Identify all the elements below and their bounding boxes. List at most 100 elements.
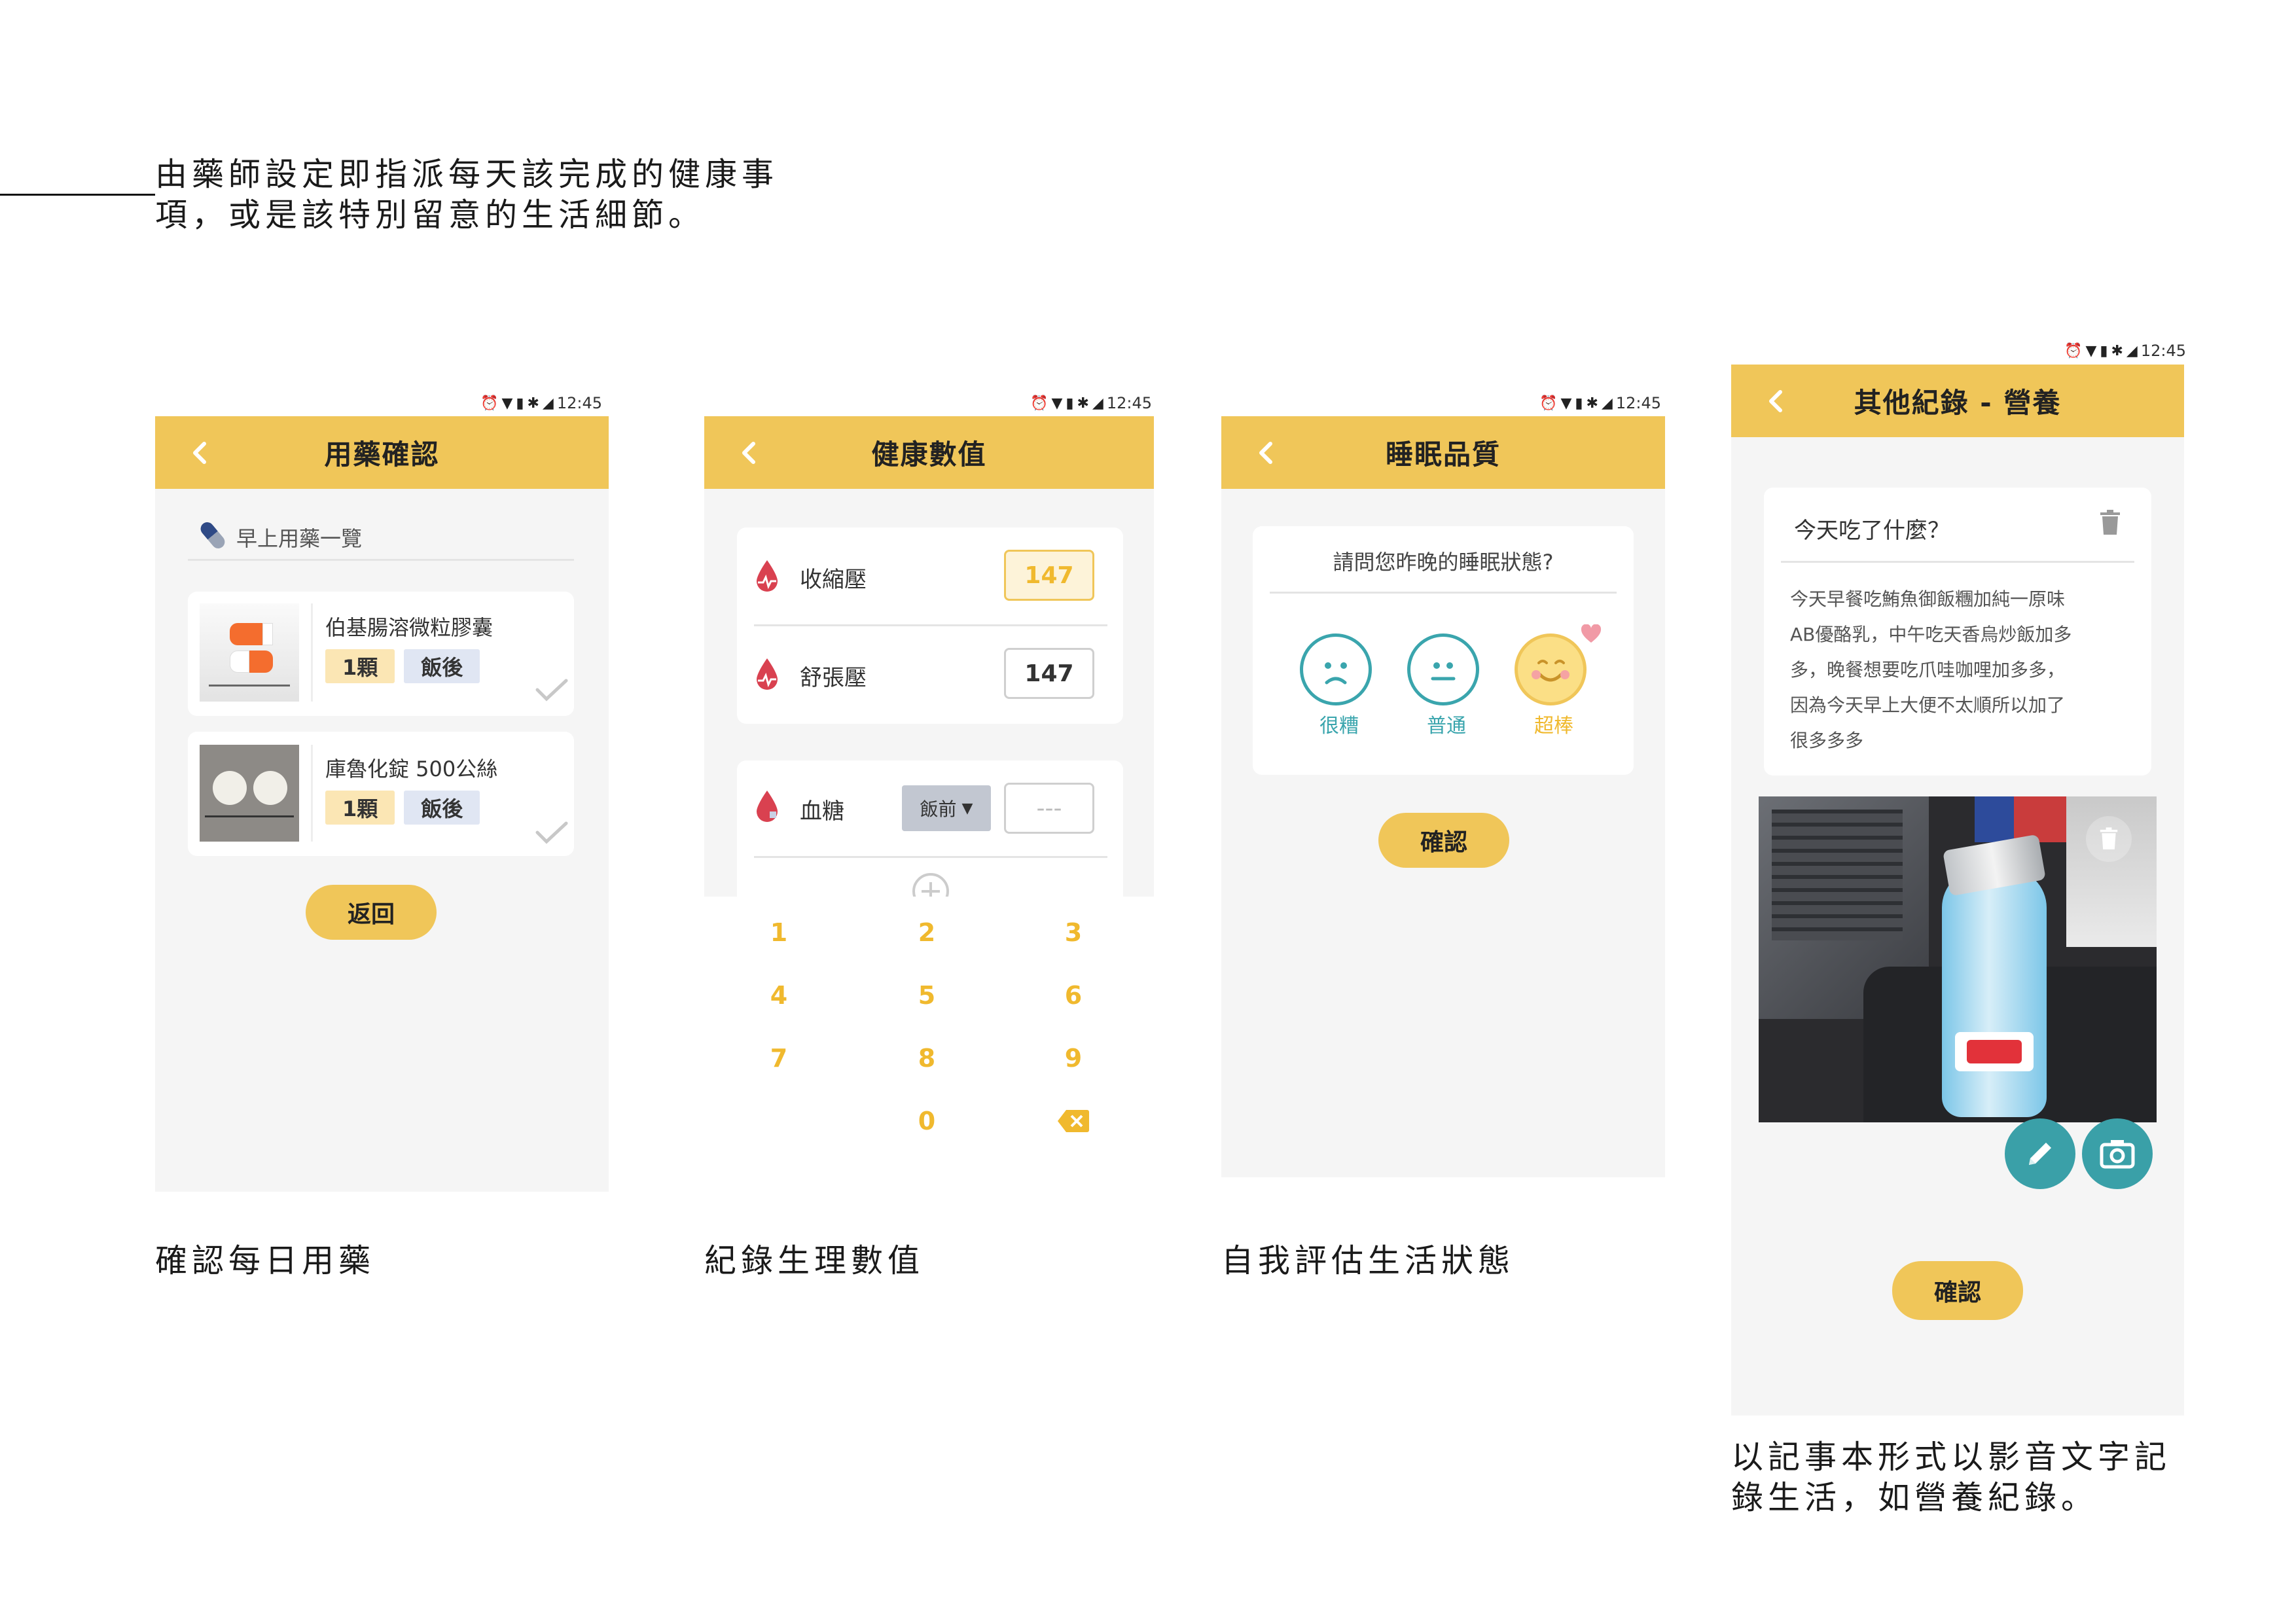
add-circle-icon[interactable]	[911, 872, 950, 897]
back-button[interactable]	[1756, 382, 1795, 421]
wifi-icon: ▼	[2085, 342, 2097, 359]
battery-icon: ▮	[1575, 395, 1583, 412]
key-4[interactable]: 4	[740, 972, 818, 1018]
battery-icon: ▮	[1066, 395, 1074, 412]
select-value: 飯前	[920, 798, 957, 820]
mood-normal-button[interactable]	[1407, 633, 1479, 705]
systolic-input[interactable]: 147	[1004, 550, 1094, 601]
key-1[interactable]: 1	[740, 910, 818, 955]
mood-great-button[interactable]	[1515, 633, 1587, 705]
note-title: 今天吃了什麼？	[1794, 518, 1950, 544]
caption-nutrition: 以記事本形式以影音文字記 錄生活，如營養紀錄。	[1731, 1437, 2171, 1518]
key-6[interactable]: 6	[1034, 972, 1113, 1018]
list-item[interactable]: 庫魯化錠 500公絲 1顆 飯後	[188, 732, 574, 856]
blood-glucose-card: 血糖 飯前 ▼ ---	[737, 760, 1123, 897]
camera-icon	[2100, 1140, 2135, 1169]
back-chevron-icon	[193, 442, 206, 464]
bluetooth-icon: ✱	[1586, 395, 1598, 412]
chevron-down-icon: ▼	[961, 800, 973, 817]
wifi-icon: ▼	[1051, 395, 1063, 412]
signal-icon: ◢	[2126, 342, 2138, 359]
photo-trash-button[interactable]	[2086, 816, 2132, 862]
meal-photo[interactable]	[1759, 796, 2157, 1122]
row-divider	[754, 856, 1107, 858]
caption-medication: 確認每日用藥	[155, 1242, 376, 1279]
edit-button[interactable]	[2005, 1118, 2075, 1189]
note-card: 今天吃了什麼？ 今天早餐吃鮪魚御飯糰加純一原味 AB優酪乳，中午吃天香烏炒飯加多…	[1764, 488, 2151, 776]
intro-line-1: 由藥師設定即指派每天該完成的健康事	[155, 156, 779, 193]
medication-screen: 用藥確認 早上用藥一覽 伯基腸溶微粒膠囊 1顆 飯後 庫魯化錠 500公絲 1顆…	[155, 416, 609, 1192]
back-chevron-icon	[742, 442, 755, 464]
blood-drop-icon	[757, 791, 778, 822]
key-2[interactable]: 2	[888, 910, 966, 955]
note-body[interactable]: 今天早餐吃鮪魚御飯糰加純一原味 AB優酪乳，中午吃天香烏炒飯加多 多，晚餐想要吃…	[1790, 582, 2072, 758]
numeric-keypad: 1 2 3 4 5 6 7 8 9 0	[704, 897, 1154, 1185]
trash-icon[interactable]	[2099, 510, 2121, 536]
section-divider	[188, 559, 574, 561]
back-chevron-icon	[1769, 390, 1782, 412]
caption-line-1: 以記事本形式以影音文字記	[1731, 1438, 2172, 1476]
blood-pressure-card: 收縮壓 147 舒張壓 147	[737, 527, 1123, 724]
alarm-icon: ⏰	[480, 395, 499, 412]
app-bar: 睡眠品質	[1221, 416, 1665, 489]
key-9[interactable]: 9	[1034, 1035, 1113, 1081]
key-7[interactable]: 7	[740, 1035, 818, 1081]
battery-icon: ▮	[516, 395, 524, 412]
sleep-screen: 睡眠品質 請問您昨晚的睡眠狀態? 很糟 普通 超棒 確認	[1221, 416, 1665, 1177]
battery-icon: ▮	[2100, 342, 2108, 359]
pill-icon	[200, 522, 225, 548]
glucose-input[interactable]: ---	[1004, 783, 1094, 834]
backspace-key[interactable]	[1034, 1098, 1113, 1144]
health-screen: 健康數值 收縮壓 147 舒張壓 147 血糖 飯前 ▼ ---	[704, 416, 1154, 897]
systolic-label: 收縮壓	[800, 567, 867, 593]
blood-drop-icon	[757, 560, 778, 592]
dose-tag: 1顆	[325, 791, 395, 825]
bluetooth-icon: ✱	[2111, 342, 2123, 359]
timing-tag: 飯後	[404, 791, 480, 825]
pencil-icon	[2029, 1143, 2051, 1165]
alarm-icon: ⏰	[1539, 395, 1558, 412]
section-label: 早上用藥一覽	[236, 526, 363, 551]
camera-button[interactable]	[2082, 1118, 2153, 1189]
row-divider	[754, 624, 1107, 626]
mood-great-label: 超棒	[1534, 715, 1573, 738]
medication-photo	[200, 603, 299, 702]
back-button[interactable]	[1246, 433, 1285, 473]
back-button[interactable]	[180, 433, 219, 473]
key-0[interactable]: 0	[888, 1098, 966, 1144]
checkmark-icon[interactable]	[535, 819, 569, 846]
app-bar: 用藥確認	[155, 416, 609, 489]
nutrition-screen: 其他紀錄 - 營養 今天吃了什麼？ 今天早餐吃鮪魚御飯糰加純一原味 AB優酪乳，…	[1731, 365, 2184, 1416]
key-3[interactable]: 3	[1034, 910, 1113, 955]
key-8[interactable]: 8	[888, 1035, 966, 1081]
checkmark-icon[interactable]	[535, 677, 569, 703]
page-title: 睡眠品質	[1385, 438, 1501, 471]
medication-name: 伯基腸溶微粒膠囊	[325, 615, 493, 640]
status-time: 12:45	[1106, 394, 1152, 412]
note-line: 今天早餐吃鮪魚御飯糰加純一原味	[1790, 588, 2066, 610]
happy-face-icon	[1532, 660, 1570, 682]
medication-photo	[200, 745, 299, 842]
dose-tag: 1顆	[325, 649, 395, 683]
signal-icon: ◢	[542, 395, 554, 412]
key-5[interactable]: 5	[888, 972, 966, 1018]
note-line: AB優酪乳，中午吃天香烏炒飯加多	[1790, 624, 2072, 645]
mood-bad-button[interactable]	[1300, 633, 1372, 705]
heart-icon	[1581, 624, 1602, 643]
mood-normal-label: 普通	[1427, 715, 1466, 738]
intro-rule	[0, 194, 155, 196]
back-return-button[interactable]: 返回	[306, 885, 437, 940]
blood-drop-icon	[757, 658, 778, 690]
wifi-icon: ▼	[1560, 395, 1572, 412]
alarm-icon: ⏰	[1030, 395, 1049, 412]
confirm-button[interactable]: 確認	[1378, 813, 1509, 868]
caption-sleep: 自我評估生活狀態	[1221, 1242, 1515, 1279]
list-item[interactable]: 伯基腸溶微粒膠囊 1顆 飯後	[188, 592, 574, 716]
confirm-button[interactable]: 確認	[1892, 1261, 2023, 1320]
neutral-face-icon	[1431, 662, 1456, 681]
back-button[interactable]	[729, 433, 768, 473]
status-bar: ⏰ ▼ ▮ ✱ ◢ 12:45	[942, 390, 1152, 416]
glucose-timing-select[interactable]: 飯前 ▼	[902, 785, 991, 831]
caption-line-2: 錄生活，如營養紀錄。	[1731, 1479, 2098, 1516]
diastolic-input[interactable]: 147	[1004, 648, 1094, 699]
